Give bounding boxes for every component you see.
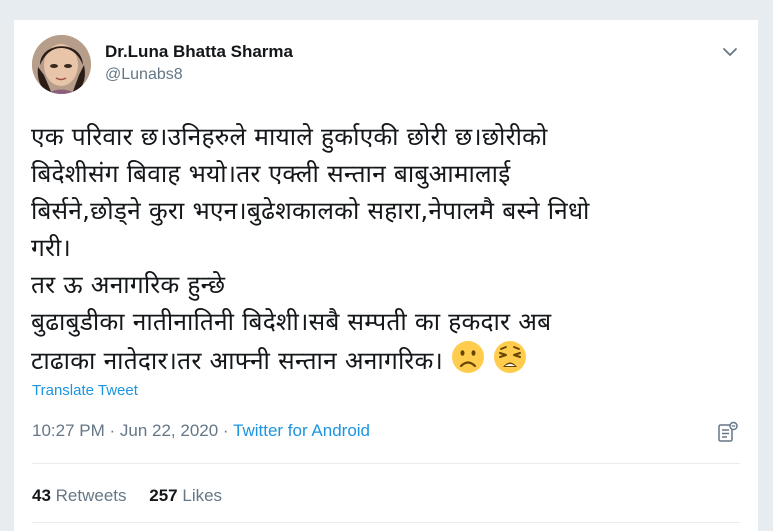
tweet-line: गरी। [31,233,72,262]
avatar-photo [32,35,91,94]
tweet-line: एक परिवार छ।उनिहरुले मायाले हुर्काएकी छो… [31,122,548,151]
retweets-label: Retweets [55,486,127,505]
author-handle[interactable]: @Lunabs8 [105,66,183,84]
tweet-line: तर ऊ अनागरिक हुन्छे [31,270,226,299]
chevron-down-icon[interactable] [720,42,740,62]
tweet-line: टाढाका नातेदार।तर आफ्नी सन्तान अनागरिक। [31,346,444,375]
divider [32,463,740,464]
weary-face-icon [493,340,527,384]
tweet-text: एक परिवार छ।उनिहरुले मायाले हुर्काएकी छो… [31,118,731,384]
tweet-source-link[interactable]: Twitter for Android [233,421,370,440]
likes-count: 257 [149,486,178,505]
author-name[interactable]: Dr.Luna Bhatta Sharma [105,42,293,62]
likes-label: Likes [182,486,223,505]
tweet-card: Dr.Luna Bhatta Sharma @Lunabs8 एक परिवार… [13,20,759,531]
tweet-line: बिदेशीसंग बिवाह भयो।तर एक्ली सन्तान बाबु… [31,159,511,188]
analytics-icon[interactable] [717,421,739,443]
tweet-meta: 10:27 PM · Jun 22, 2020 · Twitter for An… [32,421,370,441]
tweet-stats: 43 Retweets 257 Likes [32,486,240,506]
meta-separator: · [104,421,120,440]
divider [32,522,740,523]
frowning-face-icon [451,340,485,384]
tweet-line: बुढाबुडीका नातीनातिनी बिदेशी।सबै सम्पती … [31,307,552,336]
translate-tweet-link[interactable]: Translate Tweet [32,382,138,399]
retweets-count: 43 [32,486,51,505]
tweet-time[interactable]: 10:27 PM [32,421,105,440]
avatar[interactable] [32,35,91,94]
likes-stat[interactable]: 257 Likes [149,486,222,505]
retweets-stat[interactable]: 43 Retweets [32,486,127,505]
meta-separator: · [218,421,233,440]
tweet-date[interactable]: Jun 22, 2020 [120,421,218,440]
tweet-line: बिर्सने,छोड्ने कुरा भएन।बुढेशकालको सहारा… [31,196,590,225]
